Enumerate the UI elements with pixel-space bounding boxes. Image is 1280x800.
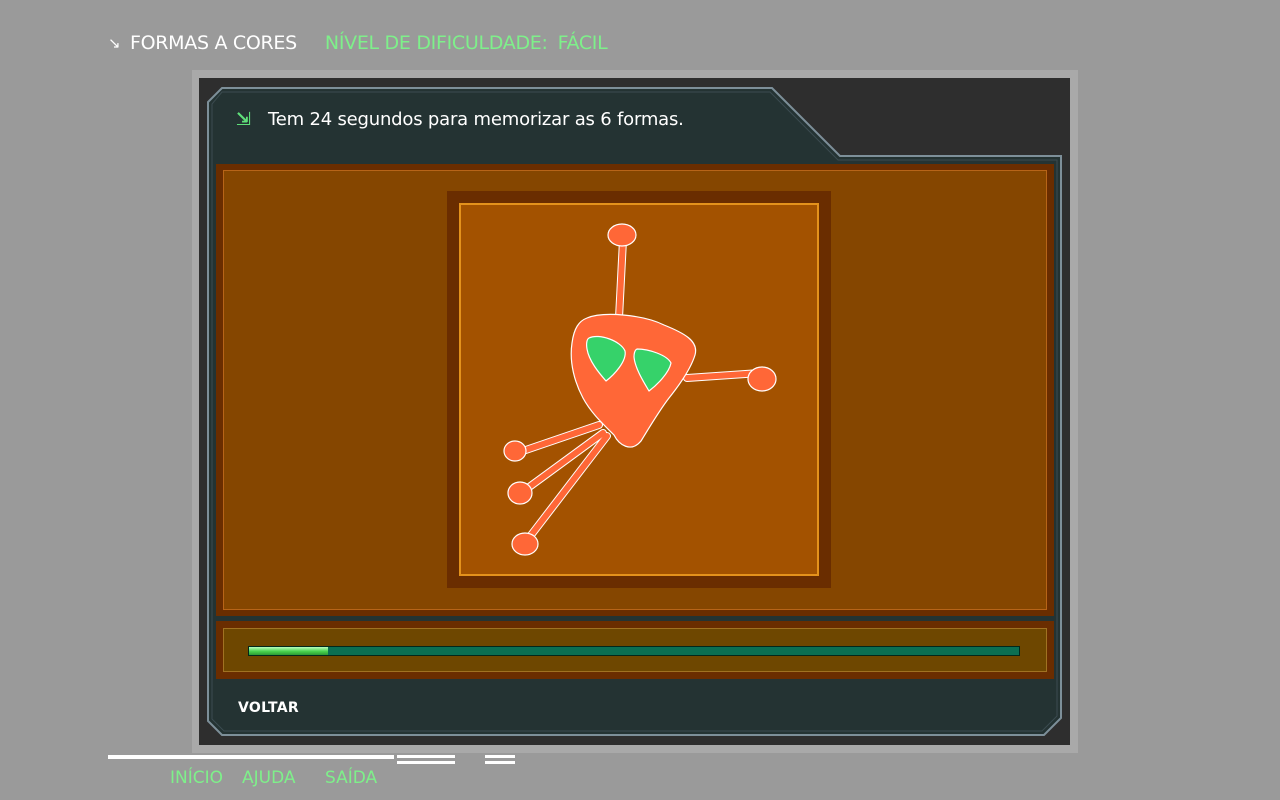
nav-help-link[interactable]: AJUDA [242, 768, 296, 788]
footer-divider-segment [397, 761, 455, 764]
nav-exit-link[interactable]: SAÍDA [325, 768, 377, 788]
instruction-message: ⇲ Tem 24 segundos para memorizar as 6 fo… [236, 106, 684, 132]
back-button[interactable]: VOLTAR [238, 700, 299, 716]
alien-shape [503, 223, 777, 556]
footer-divider-segment [485, 755, 515, 758]
double-arrow-icon: ⇲ [236, 108, 251, 130]
timer-progress-fill [249, 647, 329, 655]
nav-home-link[interactable]: INÍCIO [170, 768, 223, 788]
timer-progress-track [248, 646, 1020, 656]
footer-divider [108, 755, 394, 759]
footer-divider-segment [485, 761, 515, 764]
instruction-text: Tem 24 segundos para memorizar as 6 form… [268, 108, 684, 130]
footer-divider-segment [397, 755, 455, 758]
